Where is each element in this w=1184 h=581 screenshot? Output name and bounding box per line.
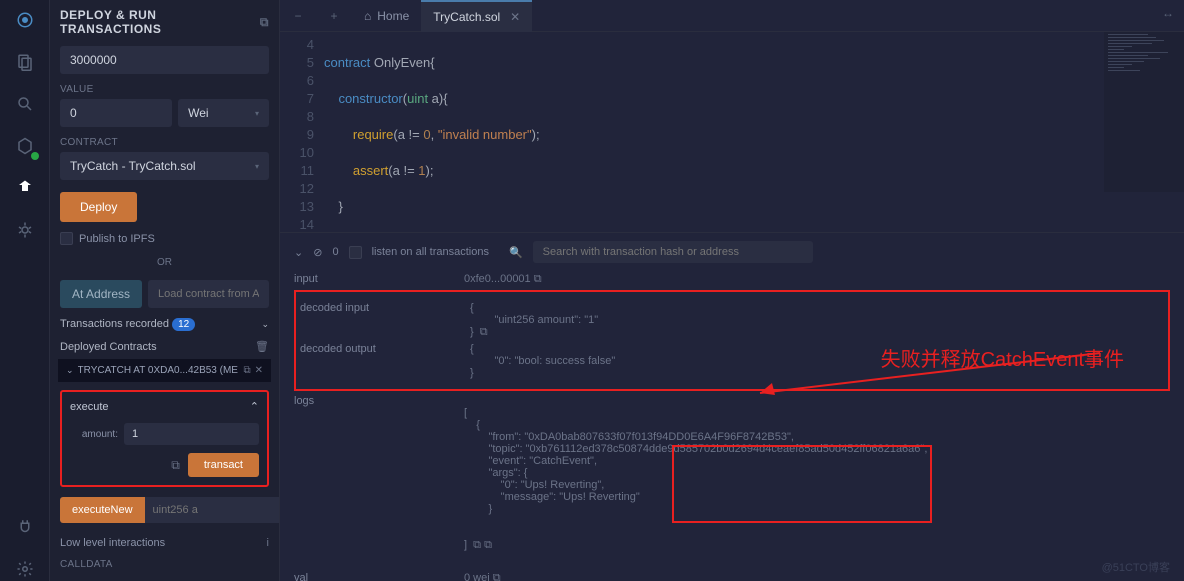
deployed-contracts-header: Deployed Contracts 🗑 — [60, 340, 269, 353]
listen-label: listen on all transactions — [372, 246, 489, 258]
deployed-address: TRYCATCH AT 0XDA0...42B53 (ME — [78, 365, 240, 376]
collapse-icon[interactable]: ⌄ — [294, 246, 303, 259]
or-divider: OR — [60, 257, 269, 268]
search-icon[interactable]: 🔍 — [509, 246, 523, 259]
tx-recorded-header[interactable]: Transactions recorded 12 ⌄ — [60, 318, 269, 330]
tab-home[interactable]: ⌂ Home — [352, 0, 421, 32]
at-address-button[interactable]: At Address — [60, 280, 142, 308]
watermark: @51CTO博客 — [1102, 559, 1170, 575]
caret-icon: ▾ — [255, 162, 259, 171]
gas-limit-input[interactable] — [60, 46, 269, 74]
deploy-button[interactable]: Deploy — [60, 192, 137, 222]
panel-doc-icon[interactable]: ⧉ — [260, 15, 269, 30]
activity-bar — [0, 0, 50, 581]
amount-input[interactable] — [124, 423, 259, 445]
execute-title: execute — [70, 401, 109, 413]
zoom-in-icon[interactable]: + — [316, 9, 352, 23]
copy-icon[interactable]: ⧉ — [480, 326, 488, 338]
tab-file[interactable]: TryCatch.sol ✕ — [421, 0, 532, 32]
low-level-header: Low level interactions i — [60, 537, 269, 549]
contract-select[interactable]: TryCatch - TryCatch.sol ▾ — [60, 152, 269, 180]
copy-icon[interactable]: ⧉ — [484, 539, 492, 551]
listen-checkbox[interactable] — [349, 246, 362, 259]
log-logs-row: logs [ { "from": "0xDA0bab807633f07f013f… — [294, 395, 1170, 564]
copy-icon[interactable]: ⧉ — [534, 273, 542, 285]
code-content: contract OnlyEven{ constructor(uint a){ … — [324, 32, 1184, 232]
settings-icon[interactable] — [13, 557, 37, 581]
tx-recorded-label: Transactions recorded — [60, 318, 169, 330]
deploy-icon[interactable] — [13, 176, 37, 200]
debugger-icon[interactable] — [13, 218, 37, 242]
line-gutter: 4 5 6 7 8 9 10 11 12 13 14 15 16 17 — [280, 32, 324, 232]
tx-badge: 12 — [172, 318, 195, 331]
file-explorer-icon[interactable] — [13, 50, 37, 74]
calldata-label: CALLDATA — [60, 559, 269, 570]
home-icon: ⌂ — [364, 9, 371, 23]
logs-highlight-box — [672, 445, 932, 523]
amount-label: amount: — [70, 429, 118, 440]
search-icon[interactable] — [13, 92, 37, 116]
deploy-panel: DEPLOY & RUN TRANSACTIONS ⧉ VALUE Wei ▾ … — [50, 0, 280, 581]
value-unit-select[interactable]: Wei ▾ — [178, 99, 269, 127]
info-icon[interactable]: i — [267, 537, 269, 549]
copy-icon[interactable]: ⧉ — [493, 572, 501, 581]
expand-icon[interactable]: ↔ — [1162, 6, 1174, 20]
pending-count: 0 — [332, 246, 338, 258]
value-unit-text: Wei — [188, 106, 208, 120]
collapse-icon[interactable]: ⌃ — [250, 400, 259, 413]
executenew-input[interactable] — [145, 497, 280, 523]
deployed-contracts-label: Deployed Contracts — [60, 341, 157, 353]
log-input-row: input 0xfe0...00001 ⧉ — [294, 273, 1170, 286]
log-val-row: val 0 wei ⧉ — [294, 572, 1170, 581]
publish-ipfs-label: Publish to IPFS — [79, 233, 155, 245]
contract-label: CONTRACT — [60, 137, 269, 148]
main-area: ↔ − + ⌂ Home TryCatch.sol ✕ 4 5 6 7 8 9 … — [280, 0, 1184, 581]
transact-button[interactable]: transact — [188, 453, 259, 477]
compiler-icon[interactable] — [13, 134, 37, 158]
terminal-search-input[interactable] — [533, 241, 813, 263]
deployed-instance[interactable]: ⌄ TRYCATCH AT 0XDA0...42B53 (ME ⧉ ✕ — [58, 359, 271, 382]
zoom-out-icon[interactable]: − — [280, 9, 316, 23]
minimap[interactable] — [1104, 32, 1184, 192]
executenew-button[interactable]: executeNew — [60, 497, 145, 523]
chevron-down-icon: ⌄ — [66, 365, 74, 376]
copy-icon[interactable]: ⧉ — [243, 365, 250, 376]
chevron-down-icon: ⌄ — [261, 319, 269, 330]
log-decoded-input-row: decoded input { "uint256 amount": "1" } … — [300, 302, 1164, 339]
close-icon[interactable]: ✕ — [255, 365, 263, 376]
panel-title: DEPLOY & RUN TRANSACTIONS ⧉ — [60, 8, 269, 36]
value-label: VALUE — [60, 84, 269, 95]
tab-file-label: TryCatch.sol — [433, 10, 500, 24]
panel-title-text: DEPLOY & RUN TRANSACTIONS — [60, 8, 254, 36]
load-address-input[interactable] — [148, 280, 269, 308]
copy-icon[interactable]: ⧉ — [473, 539, 481, 551]
code-editor[interactable]: 4 5 6 7 8 9 10 11 12 13 14 15 16 17 cont… — [280, 32, 1184, 232]
clear-icon[interactable]: ⊘ — [313, 246, 322, 259]
logo-icon[interactable] — [13, 8, 37, 32]
close-icon[interactable]: ✕ — [510, 10, 520, 24]
contract-selected-text: TryCatch - TryCatch.sol — [70, 159, 196, 173]
tab-home-label: Home — [377, 9, 409, 23]
tab-bar: − + ⌂ Home TryCatch.sol ✕ — [280, 0, 1184, 32]
copy-icon[interactable]: ⧉ — [171, 458, 180, 473]
value-input[interactable] — [60, 99, 172, 127]
execute-box: execute ⌃ amount: ⧉ transact — [60, 390, 269, 487]
publish-ipfs-checkbox[interactable] — [60, 232, 73, 245]
annotation-arrow — [730, 343, 1110, 403]
plugin-icon[interactable] — [13, 515, 37, 539]
trash-icon[interactable]: 🗑 — [255, 340, 269, 353]
caret-icon: ▾ — [255, 109, 259, 118]
low-level-label: Low level interactions — [60, 537, 165, 549]
terminal: ⌄ ⊘ 0 listen on all transactions 🔍 input… — [280, 232, 1184, 581]
